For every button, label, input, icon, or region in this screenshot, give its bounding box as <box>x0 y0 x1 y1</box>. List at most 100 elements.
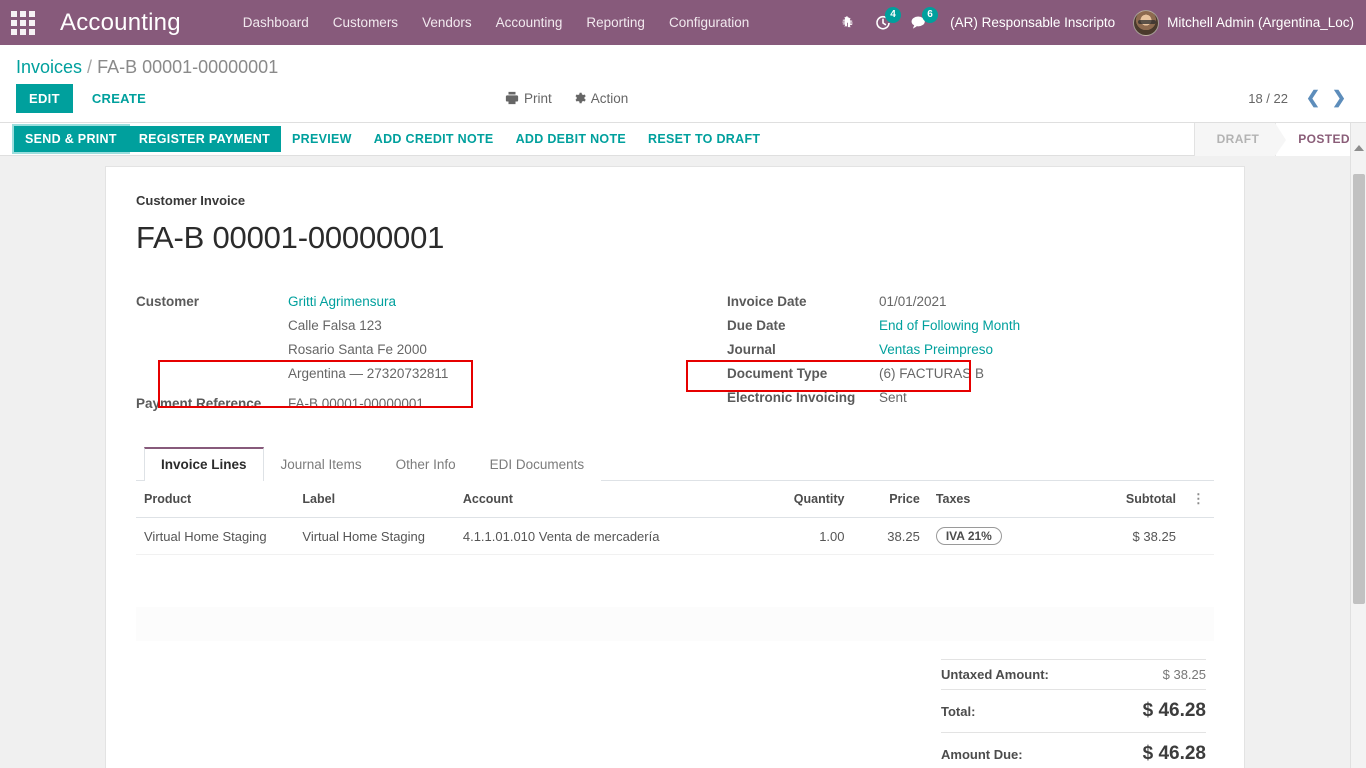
record-pager: 18 / 22 ❮ ❯ <box>1248 87 1350 109</box>
top-navbar: Accounting Dashboard Customers Vendors A… <box>0 0 1366 45</box>
column-header-price[interactable]: Price <box>852 481 928 518</box>
scroll-up-arrow-icon[interactable] <box>1351 140 1366 155</box>
invoice-right-group: Invoice Date 01/01/2021 Due Date End of … <box>675 290 1214 416</box>
payment-reference-row: Payment Reference FA-B 00001-00000001 <box>136 392 675 416</box>
send-and-print-button[interactable]: SEND & PRINT <box>14 126 128 152</box>
tab-edi-documents[interactable]: EDI Documents <box>472 447 602 481</box>
document-type-value[interactable]: (6) FACTURAS B <box>879 362 984 386</box>
invoice-tabs: Invoice Lines Journal Items Other Info E… <box>136 446 1214 481</box>
breadcrumb-separator: / <box>87 57 93 77</box>
payment-reference-label: Payment Reference <box>136 396 262 411</box>
column-header-product[interactable]: Product <box>136 481 295 518</box>
total-value: $ 46.28 <box>1142 699 1206 721</box>
register-payment-button[interactable]: REGISTER PAYMENT <box>127 126 282 152</box>
printer-icon <box>505 91 519 105</box>
messages-icon[interactable]: 6 <box>901 0 939 45</box>
tab-invoice-lines[interactable]: Invoice Lines <box>144 447 264 481</box>
chevron-right-icon[interactable]: ❯ <box>1328 87 1350 109</box>
electronic-invoicing-row: Electronic Invoicing Sent <box>727 386 1214 410</box>
invoice-sheet: Customer Invoice FA-B 00001-00000001 Cus… <box>105 166 1245 768</box>
invoice-date-value[interactable]: 01/01/2021 <box>879 290 947 314</box>
create-button[interactable]: CREATE <box>79 84 159 113</box>
menu-item-reporting[interactable]: Reporting <box>574 0 657 45</box>
print-button[interactable]: Print <box>505 91 552 106</box>
column-header-label[interactable]: Label <box>294 481 455 518</box>
cell-label[interactable]: Virtual Home Staging <box>294 517 455 555</box>
due-date-value[interactable]: End of Following Month <box>879 314 1020 338</box>
breadcrumb-current: FA-B 00001-00000001 <box>97 57 279 77</box>
untaxed-amount-value: $ 38.25 <box>1162 666 1206 682</box>
scrollbar-thumb[interactable] <box>1353 174 1365 604</box>
customer-value-block: Gritti Agrimensura Calle Falsa 123 Rosar… <box>288 290 448 386</box>
payment-reference-value[interactable]: FA-B 00001-00000001 <box>288 392 424 416</box>
table-row[interactable]: Virtual Home Staging Virtual Home Stagin… <box>136 517 1214 555</box>
menu-item-accounting[interactable]: Accounting <box>484 0 575 45</box>
invoice-date-row: Invoice Date 01/01/2021 <box>727 290 1214 314</box>
user-menu[interactable]: Mitchell Admin (Argentina_Loc) <box>1127 9 1354 36</box>
action-button[interactable]: Action <box>572 90 629 106</box>
menu-item-customers[interactable]: Customers <box>321 0 410 45</box>
amount-due-row: Amount Due: $ 46.28 <box>941 731 1206 768</box>
apps-grid-icon <box>11 10 35 35</box>
apps-menu-button[interactable] <box>0 0 46 45</box>
amount-due-label: Amount Due: <box>941 746 1023 762</box>
messages-count-badge: 6 <box>922 7 939 23</box>
customer-name-link[interactable]: Gritti Agrimensura <box>288 290 448 314</box>
tab-other-info[interactable]: Other Info <box>378 447 473 481</box>
company-selector[interactable]: (AR) Responsable Inscripto <box>938 15 1127 30</box>
cell-product[interactable]: Virtual Home Staging <box>136 517 295 555</box>
status-bar: SEND & PRINT REGISTER PAYMENT PREVIEW AD… <box>0 122 1366 156</box>
column-header-account[interactable]: Account <box>454 481 749 518</box>
tax-badge: IVA 21% <box>935 527 1002 545</box>
column-options-icon[interactable]: ⋮ <box>1183 481 1214 518</box>
cell-taxes[interactable]: IVA 21% <box>927 517 1098 555</box>
page-title: FA-B 00001-00000001 <box>136 220 445 255</box>
tab-journal-items[interactable]: Journal Items <box>263 447 379 481</box>
cell-row-options[interactable] <box>1183 517 1214 555</box>
invoice-state-steps: DRAFT POSTED <box>1193 122 1366 156</box>
app-brand-title: Accounting <box>60 8 181 36</box>
edit-button[interactable]: EDIT <box>16 83 73 113</box>
reset-to-draft-button[interactable]: RESET TO DRAFT <box>637 126 771 152</box>
cell-account[interactable]: 4.1.1.01.010 Venta de mercadería <box>454 517 749 555</box>
print-label: Print <box>524 90 552 106</box>
customer-address-line-1: Calle Falsa 123 <box>288 318 382 333</box>
journal-value[interactable]: Ventas Preimpreso <box>879 338 993 362</box>
form-scroll-area: Customer Invoice FA-B 00001-00000001 Cus… <box>0 156 1366 768</box>
activity-clock-icon[interactable]: 4 <box>865 0 902 45</box>
column-header-subtotal[interactable]: Subtotal <box>1097 481 1184 518</box>
total-label: Total: <box>941 703 976 719</box>
due-date-row: Due Date End of Following Month <box>727 314 1214 338</box>
breadcrumb-invoices-link[interactable]: Invoices <box>16 57 82 77</box>
bug-icon[interactable] <box>830 0 865 45</box>
table-header-row: Product Label Account Quantity Price Tax… <box>136 481 1214 518</box>
record-actions: Print Action <box>505 91 628 106</box>
scrollbar-up-area[interactable] <box>1350 123 1366 156</box>
column-header-taxes[interactable]: Taxes <box>927 481 1098 518</box>
chevron-left-icon[interactable]: ❮ <box>1302 87 1324 109</box>
menu-item-dashboard[interactable]: Dashboard <box>231 0 321 45</box>
cell-price[interactable]: 38.25 <box>852 517 928 555</box>
column-header-quantity[interactable]: Quantity <box>748 481 853 518</box>
customer-label: Customer <box>136 294 200 309</box>
untaxed-amount-row: Untaxed Amount: $ 38.25 <box>941 658 1206 689</box>
invoice-lines-table: Product Label Account Quantity Price Tax… <box>136 481 1214 641</box>
action-label: Action <box>590 90 629 106</box>
add-credit-note-button[interactable]: ADD CREDIT NOTE <box>363 126 505 152</box>
document-type-row: Document Type (6) FACTURAS B <box>727 362 1214 386</box>
pager-count: 18 / 22 <box>1248 90 1288 106</box>
state-draft[interactable]: DRAFT <box>1193 122 1286 156</box>
menu-item-vendors[interactable]: Vendors <box>410 0 484 45</box>
preview-button[interactable]: PREVIEW <box>281 126 363 152</box>
amount-due-value: $ 46.28 <box>1142 742 1206 764</box>
add-debit-note-button[interactable]: ADD DEBIT NOTE <box>505 126 637 152</box>
invoice-left-group: Customer Gritti Agrimensura Calle Falsa … <box>136 290 675 416</box>
table-empty-row <box>136 606 1214 641</box>
cell-quantity[interactable]: 1.00 <box>748 517 853 555</box>
menu-item-configuration[interactable]: Configuration <box>657 0 761 45</box>
journal-label: Journal <box>727 342 776 357</box>
document-type-label: Document Type <box>727 366 828 381</box>
customer-address-line-3: Argentina — 27320732811 <box>288 366 449 381</box>
vertical-scrollbar[interactable] <box>1350 156 1366 768</box>
invoice-header-groups: Customer Gritti Agrimensura Calle Falsa … <box>136 290 1214 416</box>
